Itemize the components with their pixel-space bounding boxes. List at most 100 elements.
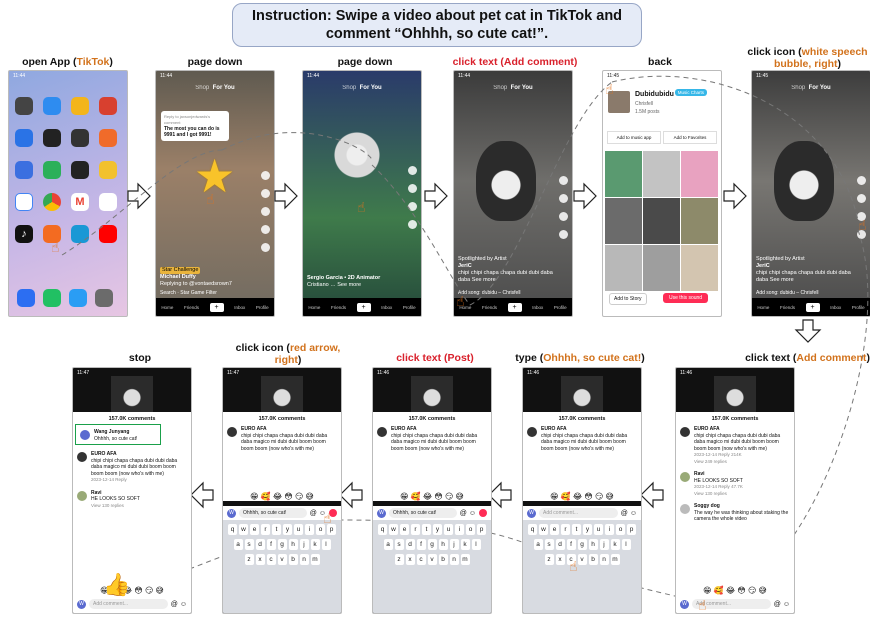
step-label-11: stop <box>128 352 152 364</box>
key-y[interactable]: y <box>433 524 442 535</box>
key-m[interactable]: m <box>460 554 470 565</box>
keyboard-row-3[interactable]: zxcvbnm <box>223 554 341 565</box>
key-y[interactable]: y <box>583 524 592 535</box>
key-c[interactable]: c <box>266 554 276 565</box>
key-g[interactable]: g <box>577 539 587 550</box>
key-s[interactable]: s <box>244 539 254 550</box>
key-u[interactable]: u <box>444 524 453 535</box>
key-u[interactable]: u <box>294 524 303 535</box>
cat-thumb <box>561 376 603 412</box>
key-w[interactable]: w <box>539 524 548 535</box>
emoji-row[interactable]: 😁 🥰 😂 😳 😏 😅 <box>676 586 794 595</box>
key-b[interactable]: b <box>288 554 298 565</box>
keyboard-row-1[interactable]: qwertyuiop <box>523 524 641 535</box>
key-d[interactable]: d <box>255 539 265 550</box>
key-r[interactable]: r <box>261 524 270 535</box>
keyboard[interactable]: qwertyuiop asdfghjkl zxcvbnm <box>373 520 491 613</box>
keyboard-row-2[interactable]: asdfghjkl <box>223 539 341 550</box>
key-z[interactable]: z <box>244 554 254 565</box>
key-i[interactable]: i <box>605 524 614 535</box>
key-h[interactable]: h <box>288 539 298 550</box>
key-m[interactable]: m <box>310 554 320 565</box>
arrow-right-3 <box>424 182 448 210</box>
key-w[interactable]: w <box>389 524 398 535</box>
key-j[interactable]: j <box>299 539 309 550</box>
keyboard[interactable]: qwertyuiop asdfghjkl zxcvbnm <box>223 520 341 613</box>
key-i[interactable]: i <box>305 524 314 535</box>
key-t[interactable]: t <box>422 524 431 535</box>
key-e[interactable]: e <box>550 524 559 535</box>
step-label-10: click icon (red arrow, right) <box>235 342 341 366</box>
key-g[interactable]: g <box>277 539 287 550</box>
key-l[interactable]: l <box>321 539 331 550</box>
key-e[interactable]: e <box>400 524 409 535</box>
key-v[interactable]: v <box>277 554 287 565</box>
key-q[interactable]: q <box>228 524 237 535</box>
phone-comments: 11:46 157.0K comments EURO AFA chipi chip… <box>675 367 795 614</box>
key-z[interactable]: z <box>544 554 554 565</box>
arrow-right-2 <box>274 182 298 210</box>
key-q[interactable]: q <box>528 524 537 535</box>
key-k[interactable]: k <box>610 539 620 550</box>
key-b[interactable]: b <box>588 554 598 565</box>
key-x[interactable]: x <box>555 554 565 565</box>
key-h[interactable]: h <box>588 539 598 550</box>
key-m[interactable]: m <box>610 554 620 565</box>
key-s[interactable]: s <box>544 539 554 550</box>
key-a[interactable]: a <box>533 539 543 550</box>
keyboard-row-2[interactable]: asdfghjkl <box>373 539 491 550</box>
key-f[interactable]: f <box>416 539 426 550</box>
key-n[interactable]: n <box>599 554 609 565</box>
key-c[interactable]: c <box>416 554 426 565</box>
keyboard-row-3[interactable]: zxcvbnm <box>373 554 491 565</box>
key-f[interactable]: f <box>566 539 576 550</box>
key-k[interactable]: k <box>460 539 470 550</box>
keyboard-row-3[interactable]: zxcvbnm <box>523 554 641 565</box>
key-b[interactable]: b <box>438 554 448 565</box>
key-f[interactable]: f <box>266 539 276 550</box>
key-a[interactable]: a <box>383 539 393 550</box>
key-r[interactable]: r <box>411 524 420 535</box>
key-h[interactable]: h <box>438 539 448 550</box>
keyboard-row-1[interactable]: qwertyuiop <box>373 524 491 535</box>
key-g[interactable]: g <box>427 539 437 550</box>
key-z[interactable]: z <box>394 554 404 565</box>
keyboard[interactable]: qwertyuiop asdfghjkl zxcvbnm <box>523 520 641 613</box>
key-u[interactable]: u <box>594 524 603 535</box>
key-a[interactable]: a <box>233 539 243 550</box>
key-w[interactable]: w <box>239 524 248 535</box>
comment-input-bar[interactable]: W Add comment... @ ☺ <box>676 597 794 611</box>
key-d[interactable]: d <box>555 539 565 550</box>
key-l[interactable]: l <box>471 539 481 550</box>
key-r[interactable]: r <box>561 524 570 535</box>
comment-field-filled[interactable]: Ohhhh, so cute cat! <box>389 508 457 518</box>
key-p[interactable]: p <box>627 524 636 535</box>
key-n[interactable]: n <box>299 554 309 565</box>
key-d[interactable]: d <box>405 539 415 550</box>
key-o[interactable]: o <box>616 524 625 535</box>
key-n[interactable]: n <box>449 554 459 565</box>
key-t[interactable]: t <box>572 524 581 535</box>
key-x[interactable]: x <box>405 554 415 565</box>
key-e[interactable]: e <box>250 524 259 535</box>
key-t[interactable]: t <box>272 524 281 535</box>
key-j[interactable]: j <box>599 539 609 550</box>
phone-typed: 11:46 157.0K comments EURO AFA chipi chip… <box>372 367 492 614</box>
key-v[interactable]: v <box>427 554 437 565</box>
key-j[interactable]: j <box>449 539 459 550</box>
key-k[interactable]: k <box>310 539 320 550</box>
key-x[interactable]: x <box>255 554 265 565</box>
key-v[interactable]: v <box>577 554 587 565</box>
key-q[interactable]: q <box>378 524 387 535</box>
posted-comment: Wang Junyang Ohhhh, so cute cat! <box>75 424 161 445</box>
key-o[interactable]: o <box>466 524 475 535</box>
key-i[interactable]: i <box>455 524 464 535</box>
key-y[interactable]: y <box>283 524 292 535</box>
post-arrow-icon[interactable] <box>479 509 487 517</box>
key-l[interactable]: l <box>621 539 631 550</box>
comments-panel: 157.0K comments EURO AFA chipi chipi chap… <box>676 412 794 613</box>
key-s[interactable]: s <box>394 539 404 550</box>
arrow-right-5 <box>723 182 747 210</box>
key-p[interactable]: p <box>477 524 486 535</box>
keyboard-row-2[interactable]: asdfghjkl <box>523 539 641 550</box>
